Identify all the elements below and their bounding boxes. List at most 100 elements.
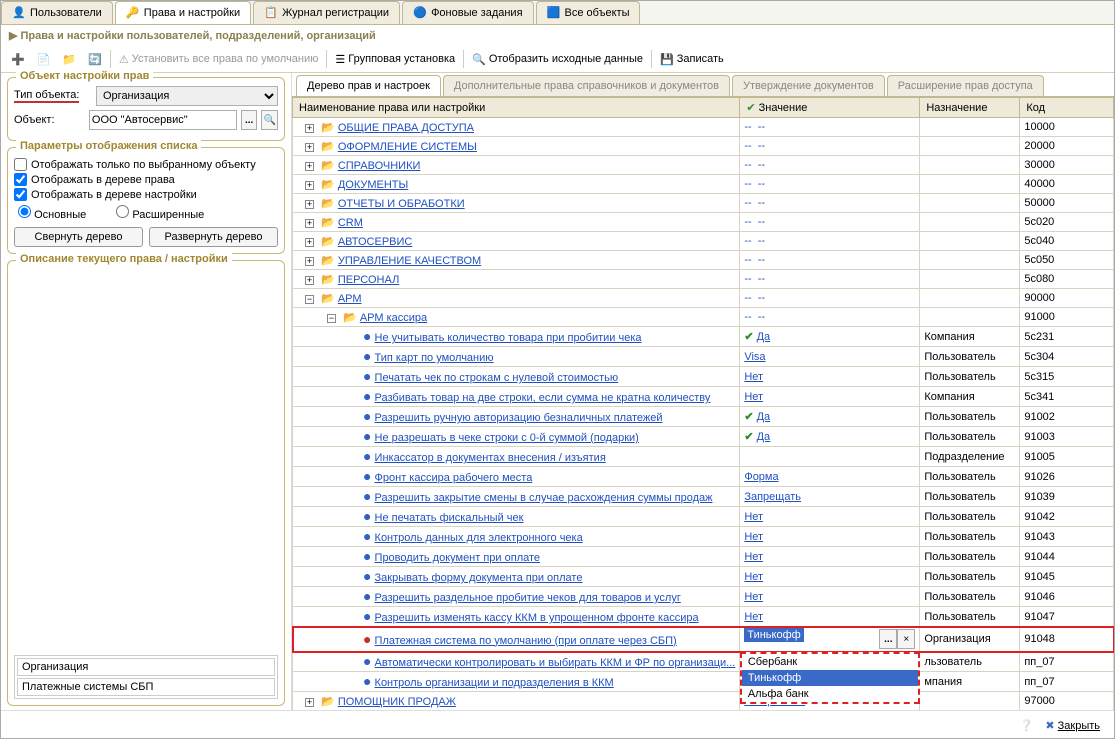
row-name[interactable]: Закрывать форму документа при оплате	[375, 572, 583, 584]
row-value[interactable]: -- --	[744, 311, 765, 323]
row-name[interactable]: Тип карт по умолчанию	[375, 352, 494, 364]
object-search-button[interactable]: 🔍	[261, 110, 278, 130]
row-value[interactable]: Нет	[744, 511, 763, 523]
object-select-button[interactable]: ...	[241, 110, 258, 130]
copy-button[interactable]: 📄	[33, 51, 55, 68]
table-row[interactable]: ● Разрешить изменять кассу ККМ в упрощен…	[293, 607, 1114, 627]
table-row[interactable]: + 📂 ДОКУМЕНТЫ-- --40000	[293, 175, 1114, 194]
row-name[interactable]: Контроль организации и подразделения в К…	[375, 677, 614, 689]
row-name[interactable]: ДОКУМЕНТЫ	[338, 179, 408, 191]
table-row[interactable]: + 📂 СПРАВОЧНИКИ-- --30000	[293, 156, 1114, 175]
row-value[interactable]: -- --	[744, 121, 765, 133]
table-row[interactable]: ● Фронт кассира рабочего местаФормаПольз…	[293, 467, 1114, 487]
table-row[interactable]: ● Печатать чек по строкам с нулевой стои…	[293, 367, 1114, 387]
value-select-button[interactable]: ...	[879, 629, 897, 649]
object-input[interactable]	[89, 110, 237, 130]
table-row[interactable]: + 📂 УПРАВЛЕНИЕ КАЧЕСТВОМ-- --5с050	[293, 251, 1114, 270]
save-button[interactable]: 💾 Записать	[656, 51, 728, 68]
row-value[interactable]: -- --	[744, 197, 765, 209]
row-name[interactable]: СПРАВОЧНИКИ	[338, 160, 421, 172]
tree-toggle[interactable]: +	[305, 181, 314, 190]
dropdown-item[interactable]: Альфа банк	[742, 686, 918, 702]
table-row[interactable]: ● Закрывать форму документа при оплатеНе…	[293, 567, 1114, 587]
table-row[interactable]: ● Не печатать фискальный чекНетПользоват…	[293, 507, 1114, 527]
row-value[interactable]: Нет	[744, 531, 763, 543]
row-value[interactable]: Нет	[744, 571, 763, 583]
table-row[interactable]: − 📂 АРМ-- --90000	[293, 289, 1114, 308]
table-row[interactable]: + 📂 АВТОСЕРВИС-- --5с040	[293, 232, 1114, 251]
row-value[interactable]: Нет	[744, 391, 763, 403]
row-name[interactable]: Фронт кассира рабочего места	[375, 472, 533, 484]
tab-expand[interactable]: Расширение прав доступа	[887, 75, 1044, 96]
tab-tree[interactable]: Дерево прав и настроек	[296, 75, 441, 96]
row-value[interactable]: -- --	[744, 254, 765, 266]
type-select[interactable]: Организация	[96, 86, 278, 106]
table-row[interactable]: + 📂 CRM-- --5с020	[293, 213, 1114, 232]
close-button[interactable]: ✖ Закрыть	[1041, 717, 1104, 734]
chk-show-settings[interactable]	[14, 188, 27, 201]
set-defaults-button[interactable]: ⚠ Установить все права по умолчанию	[115, 51, 323, 68]
row-value[interactable]: -- --	[744, 216, 765, 228]
tab-approve[interactable]: Утверждение документов	[732, 75, 885, 96]
new-folder-button[interactable]: 📁	[58, 51, 80, 68]
table-row[interactable]: ● Автоматически контролировать и выбират…	[293, 652, 1114, 672]
tree-toggle[interactable]: +	[305, 124, 314, 133]
radio-ext[interactable]	[116, 205, 129, 218]
tree-toggle[interactable]: +	[305, 257, 314, 266]
row-value[interactable]: Да	[757, 431, 771, 443]
tab-rights[interactable]: 🔑 Права и настройки	[115, 1, 251, 24]
row-value[interactable]: Да	[757, 411, 771, 423]
row-name[interactable]: Автоматически контролировать и выбирать …	[375, 657, 736, 669]
row-value[interactable]: Нет	[744, 611, 763, 623]
show-source-button[interactable]: 🔍 Отобразить исходные данные	[468, 51, 647, 68]
row-name[interactable]: АРМ	[338, 293, 362, 305]
row-value[interactable]: -- --	[744, 273, 765, 285]
table-row[interactable]: + 📂 ОТЧЕТЫ И ОБРАБОТКИ-- --50000	[293, 194, 1114, 213]
tab-jobs[interactable]: 🔵 Фоновые задания	[402, 1, 533, 24]
row-value[interactable]: Да	[757, 331, 771, 343]
row-value[interactable]: Запрещать	[744, 491, 801, 503]
dropdown-item[interactable]: Тинькофф	[742, 670, 918, 686]
table-row[interactable]: ● Тип карт по умолчаниюVisaПользователь5…	[293, 347, 1114, 367]
row-name[interactable]: CRM	[338, 217, 363, 229]
table-row[interactable]: ● Контроль данных для электронного чекаН…	[293, 527, 1114, 547]
refresh-button[interactable]: 🔄	[84, 51, 106, 68]
row-value[interactable]: -- --	[744, 178, 765, 190]
row-name[interactable]: Разрешить ручную авторизацию безналичных…	[375, 412, 663, 424]
row-name[interactable]: ПЕРСОНАЛ	[338, 274, 399, 286]
table-row[interactable]: − 📂 АРМ кассира-- --91000	[293, 308, 1114, 327]
tab-log[interactable]: 📋 Журнал регистрации	[253, 1, 400, 24]
table-row[interactable]: ● Платежная система по умолчанию (при оп…	[293, 627, 1114, 652]
col-code[interactable]: Код	[1020, 98, 1114, 118]
group-set-button[interactable]: ☰ Групповая установка	[331, 51, 459, 68]
tree-toggle[interactable]: +	[305, 200, 314, 209]
tab-users[interactable]: 👤 Пользователи	[1, 1, 113, 24]
col-assign[interactable]: Назначение	[920, 98, 1020, 118]
expand-tree-button[interactable]: Развернуть дерево	[149, 227, 278, 247]
tree-toggle[interactable]: −	[327, 314, 336, 323]
row-name[interactable]: АРМ кассира	[360, 312, 427, 324]
row-name[interactable]: Разбивать товар на две строки, если сумм…	[375, 392, 711, 404]
col-name[interactable]: Наименование права или настройки	[293, 98, 740, 118]
row-name[interactable]: Платежная система по умолчанию (при опла…	[375, 635, 677, 647]
row-name[interactable]: АВТОСЕРВИС	[338, 236, 413, 248]
dropdown-item[interactable]: Сбербанк	[742, 654, 918, 670]
value-dropdown[interactable]: СбербанкТинькоффАльфа банк	[740, 652, 920, 704]
table-row[interactable]: ● Проводить документ при оплатеНетПользо…	[293, 547, 1114, 567]
row-value[interactable]: Нет	[744, 551, 763, 563]
table-row[interactable]: + 📂 ПЕРСОНАЛ-- --5с080	[293, 270, 1114, 289]
tree-toggle[interactable]: +	[305, 276, 314, 285]
table-row[interactable]: ● Инкассатор в документах внесения / изъ…	[293, 447, 1114, 467]
row-name[interactable]: Разрешить изменять кассу ККМ в упрощенно…	[375, 612, 699, 624]
row-value[interactable]: Форма	[744, 471, 778, 483]
row-value[interactable]: Visa	[744, 351, 765, 363]
add-button[interactable]: ➕	[7, 51, 29, 68]
row-name[interactable]: Печатать чек по строкам с нулевой стоимо…	[375, 372, 619, 384]
row-name[interactable]: ОФОРМЛЕНИЕ СИСТЕМЫ	[338, 141, 477, 153]
row-value[interactable]: Нет	[744, 371, 763, 383]
row-name[interactable]: Не печатать фискальный чек	[375, 512, 524, 524]
col-value[interactable]: ✔ Значение	[740, 98, 920, 118]
row-value[interactable]: Нет	[744, 591, 763, 603]
row-name[interactable]: Не учитывать количество товара при проби…	[375, 332, 642, 344]
tree-toggle[interactable]: +	[305, 143, 314, 152]
